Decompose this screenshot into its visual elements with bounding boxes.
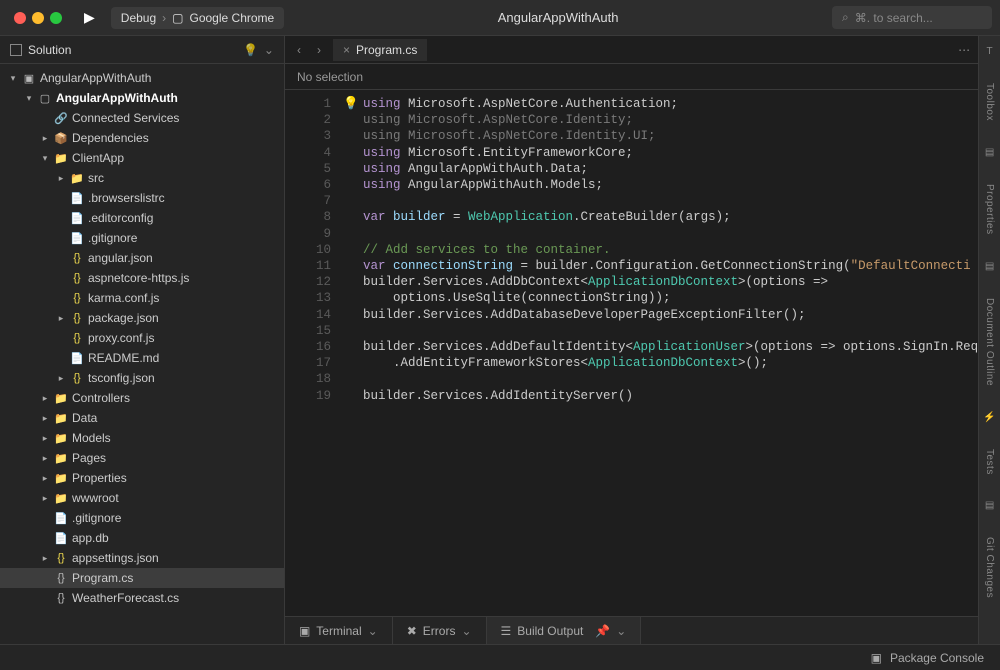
- solution-icon: [10, 44, 22, 56]
- toolbox-icon[interactable]: T: [986, 46, 992, 57]
- editor-tabbar: ‹ › × Program.cs ⋯: [285, 36, 978, 64]
- tree-item[interactable]: ▸{}tsconfig.json: [0, 368, 284, 388]
- toolbar: ▶ Debug › ▢ Google Chrome AngularAppWith…: [0, 0, 1000, 36]
- tree-item[interactable]: ▸{}appsettings.json: [0, 548, 284, 568]
- bottom-panel-tabs: ▣ Terminal ⌄ ✖ Errors ⌄ ☰ Build Output 📌…: [285, 616, 978, 644]
- tree-item[interactable]: ▸📁Data: [0, 408, 284, 428]
- close-icon[interactable]: [14, 12, 26, 24]
- tree-item[interactable]: {}proxy.conf.js: [0, 328, 284, 348]
- code-editor[interactable]: 12345678910111213141516171819 💡 using Mi…: [285, 90, 978, 616]
- tree-item[interactable]: ▸📁Properties: [0, 468, 284, 488]
- error-icon: ✖: [407, 624, 417, 638]
- chevron-down-icon: ⌄: [461, 624, 471, 638]
- tree-item[interactable]: ▸{}package.json: [0, 308, 284, 328]
- properties-icon[interactable]: ▤: [985, 147, 994, 158]
- tree-item[interactable]: ▾▣AngularAppWithAuth: [0, 68, 284, 88]
- run-button[interactable]: ▶: [76, 9, 103, 26]
- code-content[interactable]: using Microsoft.AspNetCore.Authenticatio…: [363, 90, 978, 616]
- right-rail: T Toolbox ▤ Properties ▤ Document Outlin…: [978, 36, 1000, 644]
- tree-item[interactable]: ▸📁src: [0, 168, 284, 188]
- tree-item[interactable]: ▸📦Dependencies: [0, 128, 284, 148]
- pin-icon[interactable]: 📌: [595, 624, 610, 638]
- run-config[interactable]: Debug › ▢ Google Chrome: [111, 7, 284, 29]
- terminal-tab[interactable]: ▣ Terminal ⌄: [285, 617, 393, 644]
- tree-item[interactable]: ▸📁wwwroot: [0, 488, 284, 508]
- tree-item[interactable]: ▸📁Models: [0, 428, 284, 448]
- tree-item[interactable]: ▾📁ClientApp: [0, 148, 284, 168]
- tree-item[interactable]: 📄.browserslistrc: [0, 188, 284, 208]
- solution-tree[interactable]: ▾▣AngularAppWithAuth▾▢AngularAppWithAuth…: [0, 64, 284, 644]
- search-placeholder: ⌘. to search...: [855, 11, 933, 25]
- window-title: AngularAppWithAuth: [292, 10, 824, 25]
- search-icon: ⌕: [842, 10, 849, 25]
- tree-item[interactable]: 📄.editorconfig: [0, 208, 284, 228]
- dropdown-icon[interactable]: ⌄: [264, 43, 274, 57]
- status-label[interactable]: Package Console: [890, 651, 984, 665]
- nav-back-button[interactable]: ‹: [293, 43, 305, 57]
- build-output-tab[interactable]: ☰ Build Output 📌 ⌄: [487, 617, 642, 644]
- chevron-down-icon: ⌄: [616, 624, 626, 638]
- tab-program-cs[interactable]: × Program.cs: [333, 39, 427, 61]
- lightbulb-icon[interactable]: 💡: [243, 43, 258, 57]
- outline-icon[interactable]: ▤: [985, 261, 994, 272]
- rail-toolbox[interactable]: Toolbox: [984, 83, 995, 121]
- browser-icon: ▢: [172, 11, 183, 25]
- minimize-icon[interactable]: [32, 12, 44, 24]
- sidebar-header: Solution 💡 ⌄: [0, 36, 284, 64]
- tree-item[interactable]: 📄.gitignore: [0, 228, 284, 248]
- maximize-icon[interactable]: [50, 12, 62, 24]
- tree-item[interactable]: {}Program.cs: [0, 568, 284, 588]
- nav-forward-button[interactable]: ›: [313, 43, 325, 57]
- package-console-icon[interactable]: ▣: [871, 651, 882, 665]
- target-label: Google Chrome: [190, 11, 275, 25]
- tree-item[interactable]: ▾▢AngularAppWithAuth: [0, 88, 284, 108]
- tree-item[interactable]: 📄.gitignore: [0, 508, 284, 528]
- hint-column: 💡: [343, 90, 363, 616]
- chevron-down-icon: ⌄: [368, 624, 378, 638]
- tests-icon[interactable]: ⚡: [983, 412, 995, 423]
- tree-item[interactable]: {}karma.conf.js: [0, 288, 284, 308]
- line-gutter: 12345678910111213141516171819: [285, 90, 343, 616]
- terminal-icon: ▣: [299, 624, 310, 638]
- solution-sidebar: Solution 💡 ⌄ ▾▣AngularAppWithAuth▾▢Angul…: [0, 36, 285, 644]
- breadcrumb[interactable]: No selection: [285, 64, 978, 90]
- tree-item[interactable]: 📄app.db: [0, 528, 284, 548]
- rail-outline[interactable]: Document Outline: [984, 298, 995, 386]
- config-label: Debug: [121, 11, 156, 25]
- tree-item[interactable]: ▸📁Pages: [0, 448, 284, 468]
- rail-git[interactable]: Git Changes: [984, 537, 995, 598]
- tab-label: Program.cs: [356, 43, 417, 57]
- rail-properties[interactable]: Properties: [984, 184, 995, 235]
- build-icon: ☰: [501, 624, 512, 638]
- editor-area: ‹ › × Program.cs ⋯ No selection 12345678…: [285, 36, 978, 644]
- tree-item[interactable]: {}aspnetcore-https.js: [0, 268, 284, 288]
- status-bar: ▣ Package Console: [0, 644, 1000, 670]
- ellipsis-icon[interactable]: ⋯: [958, 43, 970, 57]
- tree-item[interactable]: ▸📁Controllers: [0, 388, 284, 408]
- tree-item[interactable]: 📄README.md: [0, 348, 284, 368]
- tree-item[interactable]: 🔗Connected Services: [0, 108, 284, 128]
- search-input[interactable]: ⌕ ⌘. to search...: [832, 6, 992, 29]
- errors-tab[interactable]: ✖ Errors ⌄: [393, 617, 487, 644]
- git-icon[interactable]: ▤: [985, 500, 994, 511]
- rail-tests[interactable]: Tests: [984, 449, 995, 475]
- tree-item[interactable]: {}angular.json: [0, 248, 284, 268]
- tree-item[interactable]: {}WeatherForecast.cs: [0, 588, 284, 608]
- sidebar-title: Solution: [28, 43, 237, 57]
- close-tab-icon[interactable]: ×: [343, 43, 350, 57]
- chevron-right-icon: ›: [162, 11, 166, 25]
- window-controls: [8, 12, 68, 24]
